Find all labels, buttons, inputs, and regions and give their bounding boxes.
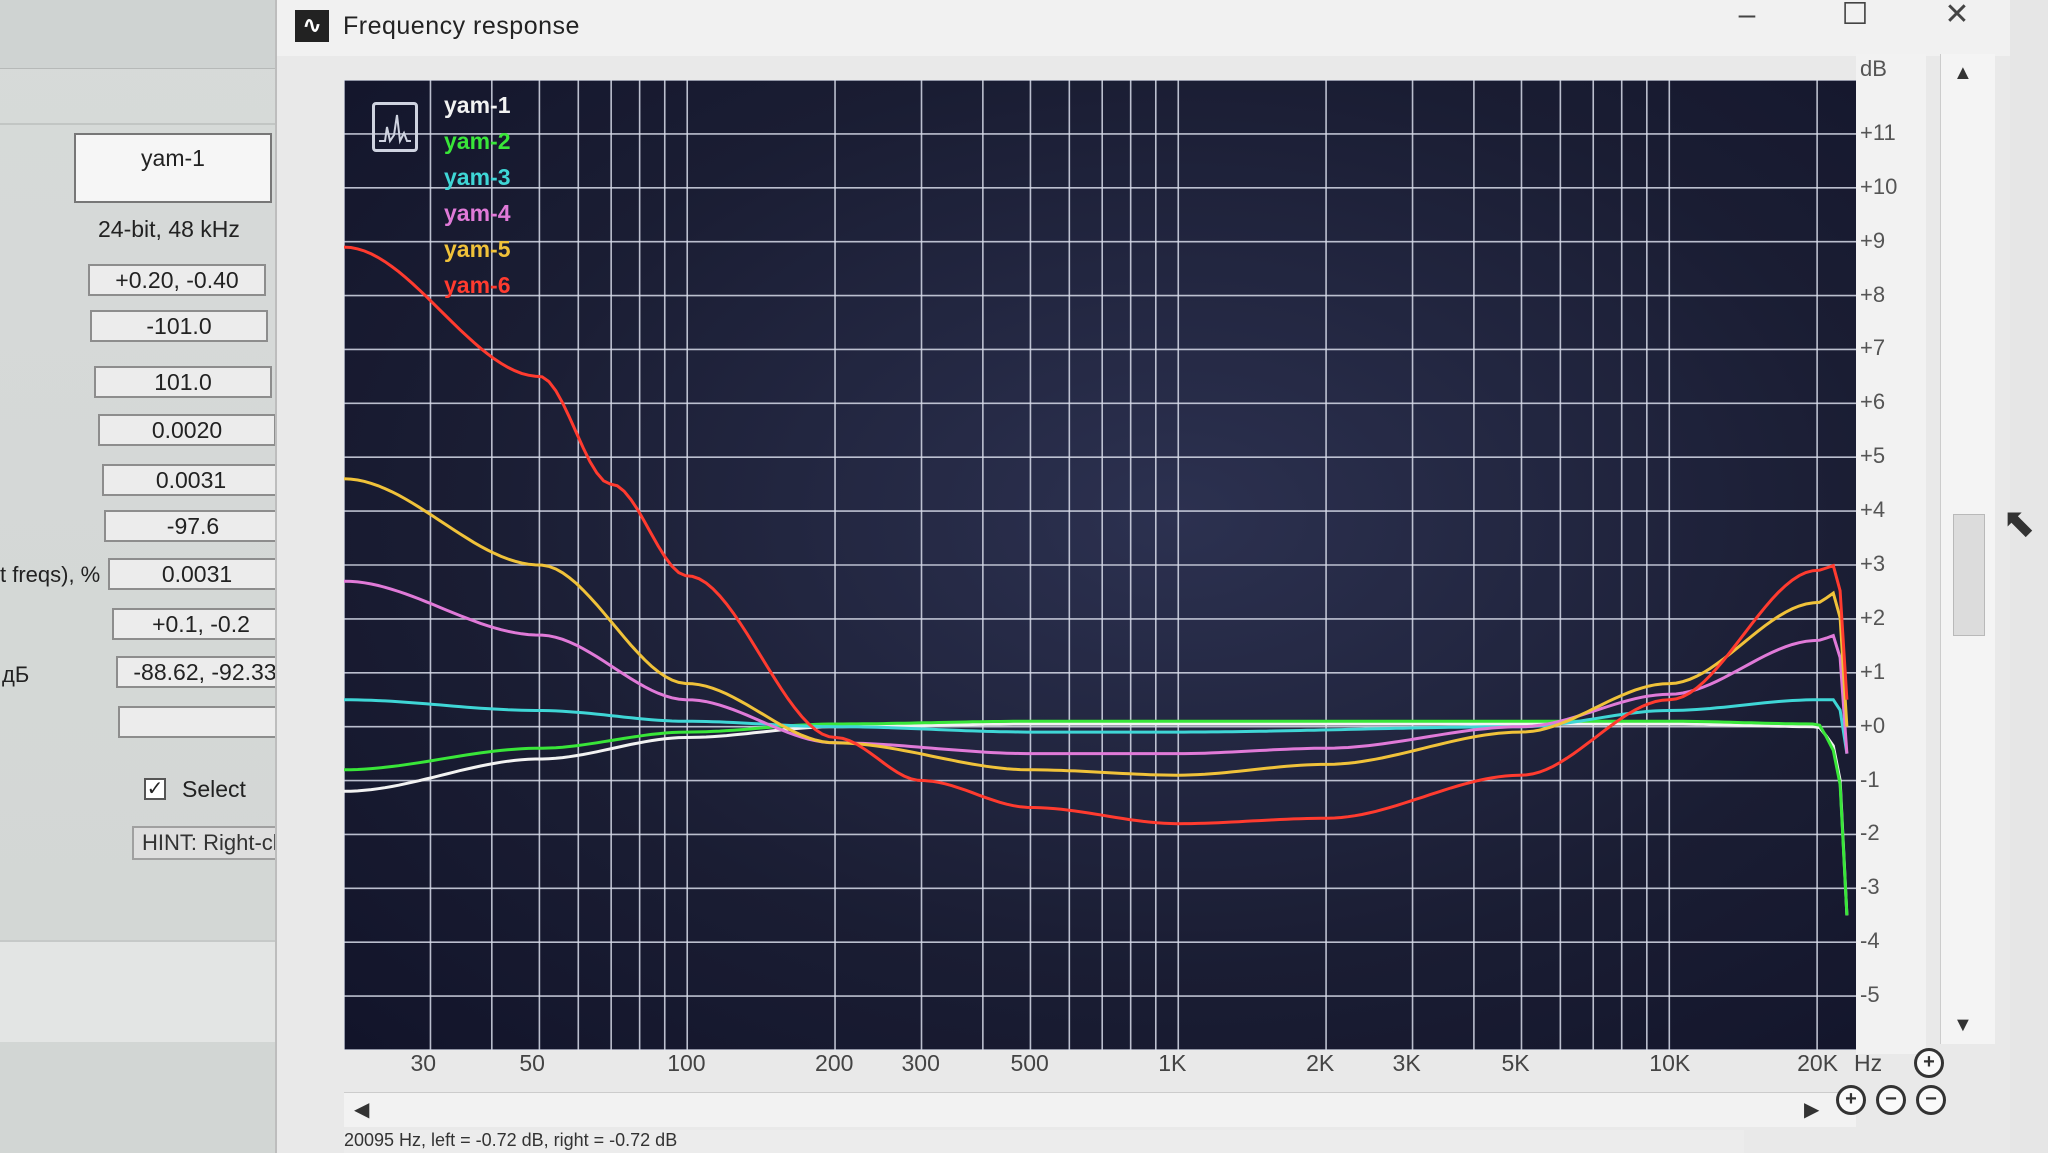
- legend-item-yam-2[interactable]: yam-2: [444, 128, 510, 155]
- frequency-axis: Hz + 30 50 100 200 300 500 1K 2K 3K 5K 10K 20K: [344, 1048, 1944, 1090]
- x-tick-label: 100: [667, 1050, 706, 1076]
- x-tick-label: 200: [815, 1050, 854, 1076]
- format-label: 24-bit, 48 kHz: [98, 216, 240, 242]
- legend-item-yam-4[interactable]: yam-4: [444, 200, 510, 227]
- hz-unit-label: Hz: [1854, 1050, 1883, 1076]
- stat-field-thd: 0.0020: [98, 414, 276, 446]
- x-tick-label: 50: [519, 1050, 545, 1076]
- y-tick-label: +1: [1860, 658, 1886, 684]
- panel-divider: [0, 123, 280, 125]
- y-tick-label: -1: [1860, 766, 1880, 792]
- x-tick-label: 300: [901, 1050, 940, 1076]
- zoom-in-icon[interactable]: +: [1836, 1085, 1866, 1115]
- intermod-label: t freqs), %: [0, 562, 101, 587]
- x-tick-label: 1K: [1158, 1050, 1187, 1076]
- stat-field-intermod: 0.0031: [108, 558, 286, 590]
- stat-field-noise-a: -88.62, -92.33: [116, 656, 294, 688]
- y-tick-label: +10: [1860, 173, 1898, 199]
- frequency-response-plot[interactable]: yam-1 yam-2 yam-3 yam-4 yam-5 yam-6: [344, 80, 1856, 1050]
- maximize-button[interactable]: ☐: [1825, 0, 1885, 40]
- x-tick-label: 20K: [1797, 1050, 1839, 1076]
- stat-field-level: +0.20, -0.40: [88, 264, 266, 296]
- db-unit-label: dB: [1860, 56, 1887, 81]
- stat-field-empty: [118, 706, 294, 738]
- title-bar[interactable]: ∿ Frequency response – ☐ ✕: [277, 0, 2010, 56]
- file-name-box[interactable]: yam-1: [74, 133, 272, 203]
- y-tick-label: +0: [1860, 712, 1886, 738]
- plot-canvas: [344, 80, 1856, 1050]
- scroll-up-arrow[interactable]: ▲: [1953, 62, 1973, 85]
- stat-field-dynamic-range: 101.0: [94, 366, 272, 398]
- spectrum-view-icon[interactable]: [372, 102, 418, 152]
- scroll-left-arrow[interactable]: ◀: [354, 1097, 369, 1122]
- y-tick-label: +2: [1860, 604, 1886, 630]
- select-label: Select: [182, 776, 246, 802]
- zoom-reset-icon[interactable]: −: [1916, 1085, 1946, 1115]
- minimize-button[interactable]: –: [1717, 0, 1777, 40]
- stats-panel: yam-1 24-bit, 48 kHz +0.20, -0.40 -101.0…: [0, 0, 320, 1153]
- x-tick-label: 3K: [1392, 1050, 1421, 1076]
- x-tick-label: 500: [1010, 1050, 1049, 1076]
- y-tick-label: -4: [1860, 928, 1880, 954]
- legend-item-yam-6[interactable]: yam-6: [444, 272, 510, 299]
- y-tick-label: +8: [1860, 281, 1886, 307]
- legend-item-yam-5[interactable]: yam-5: [444, 236, 510, 263]
- waveform-icon: ∿: [295, 10, 329, 42]
- stat-field-crosstalk: -97.6: [104, 510, 282, 542]
- stat-field-noise: -101.0: [90, 310, 268, 342]
- status-bar: 20095 Hz, left = -0.72 dB, right = -0.72…: [344, 1130, 1744, 1153]
- y-tick-label: +5: [1860, 443, 1886, 469]
- zoom-in-vertical-icon[interactable]: +: [1914, 1048, 1944, 1078]
- window-title: Frequency response: [343, 12, 580, 40]
- horizontal-scrollbar[interactable]: ◀ ▶: [344, 1092, 1856, 1127]
- y-tick-label: +3: [1860, 551, 1886, 576]
- y-tick-label: +7: [1860, 335, 1886, 361]
- x-tick-label: 2K: [1306, 1050, 1335, 1076]
- scroll-right-arrow[interactable]: ▶: [1804, 1097, 1819, 1122]
- y-tick-label: +11: [1860, 119, 1896, 145]
- legend-item-yam-3[interactable]: yam-3: [444, 164, 510, 191]
- x-tick-label: 30: [410, 1050, 437, 1076]
- scroll-down-arrow[interactable]: ▼: [1953, 1014, 1973, 1037]
- panel-lower-area: [0, 940, 320, 1042]
- y-tick-label: +9: [1860, 227, 1886, 253]
- stat-field-thd-noise: 0.0031: [102, 464, 280, 496]
- db-axis: dB +11 +10 +9 +8 +7 +6 +5 +4 +3 +2 +1 +0 -1 -2 -3 -4 -5: [1856, 54, 1926, 1054]
- x-tick-label: 10K: [1649, 1050, 1691, 1076]
- vertical-scrollbar[interactable]: ▲ ▼: [1940, 54, 1995, 1044]
- y-tick-label: +4: [1860, 497, 1886, 523]
- y-tick-label: -3: [1860, 874, 1880, 900]
- y-tick-label: -5: [1860, 982, 1880, 1008]
- y-tick-label: -2: [1860, 820, 1880, 846]
- select-checkbox[interactable]: ✓: [144, 778, 166, 800]
- vertical-scroll-thumb[interactable]: [1953, 514, 1985, 636]
- legend-item-yam-1[interactable]: yam-1: [444, 92, 510, 119]
- zoom-out-icon[interactable]: −: [1876, 1085, 1906, 1115]
- y-tick-label: +6: [1860, 389, 1886, 415]
- spectrum-bars-icon: [379, 114, 411, 145]
- close-button[interactable]: ✕: [1927, 0, 1987, 40]
- panel-header-strip: [0, 0, 280, 69]
- stat-field-response: +0.1, -0.2: [112, 608, 290, 640]
- x-tick-label: 5K: [1501, 1050, 1530, 1076]
- db-label: дБ: [2, 662, 30, 687]
- mouse-cursor-icon: ⬉: [2002, 501, 2036, 545]
